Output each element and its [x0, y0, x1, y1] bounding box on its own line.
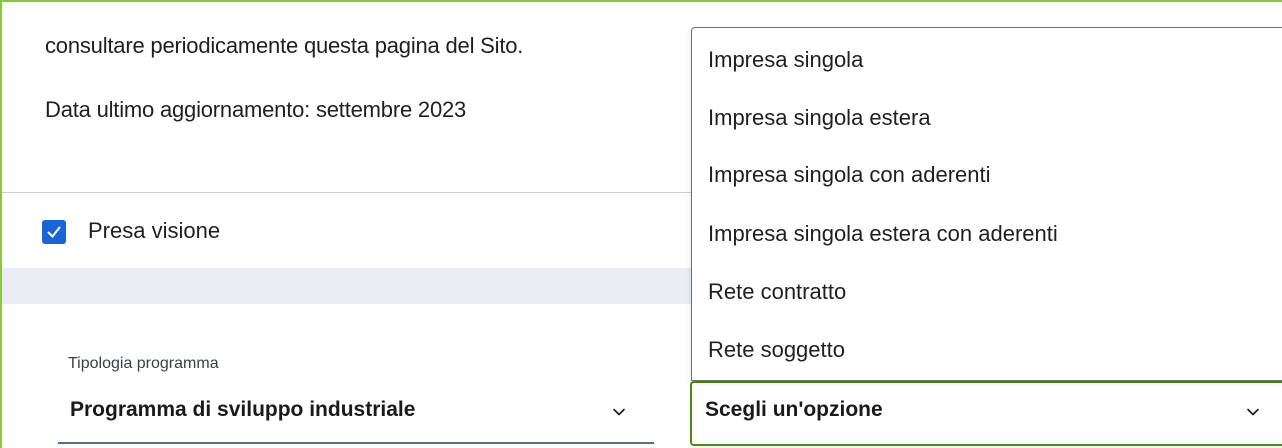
acknowledge-checkbox[interactable]: [42, 220, 66, 244]
last-updated-text: Data ultimo aggiornamento: settembre 202…: [45, 97, 467, 122]
dropdown-option[interactable]: Impresa singola con aderenti: [708, 162, 991, 188]
program-type-label: Tipologia programma: [68, 355, 219, 372]
dropdown-option[interactable]: Impresa singola: [708, 47, 863, 73]
dropdown-option[interactable]: Impresa singola estera: [708, 105, 931, 131]
checkmark-icon: [47, 226, 61, 238]
acknowledge-label[interactable]: Presa visione: [88, 218, 220, 244]
program-type-select[interactable]: Programma di sviluppo industriale: [70, 398, 415, 422]
dropdown-option[interactable]: Rete soggetto: [708, 337, 845, 363]
subject-select-value[interactable]: Scegli un'opzione: [705, 398, 883, 422]
notice-text-line: consultare periodicamente questa pagina …: [45, 33, 524, 58]
program-type-underline: [58, 442, 654, 444]
chevron-down-icon[interactable]: [609, 402, 629, 422]
dropdown-option[interactable]: Rete contratto: [708, 279, 846, 305]
subject-dropdown-menu: Impresa singola Impresa singola estera I…: [691, 27, 1282, 381]
chevron-down-icon[interactable]: [1243, 402, 1263, 422]
dropdown-option[interactable]: Impresa singola estera con aderenti: [708, 221, 1058, 247]
